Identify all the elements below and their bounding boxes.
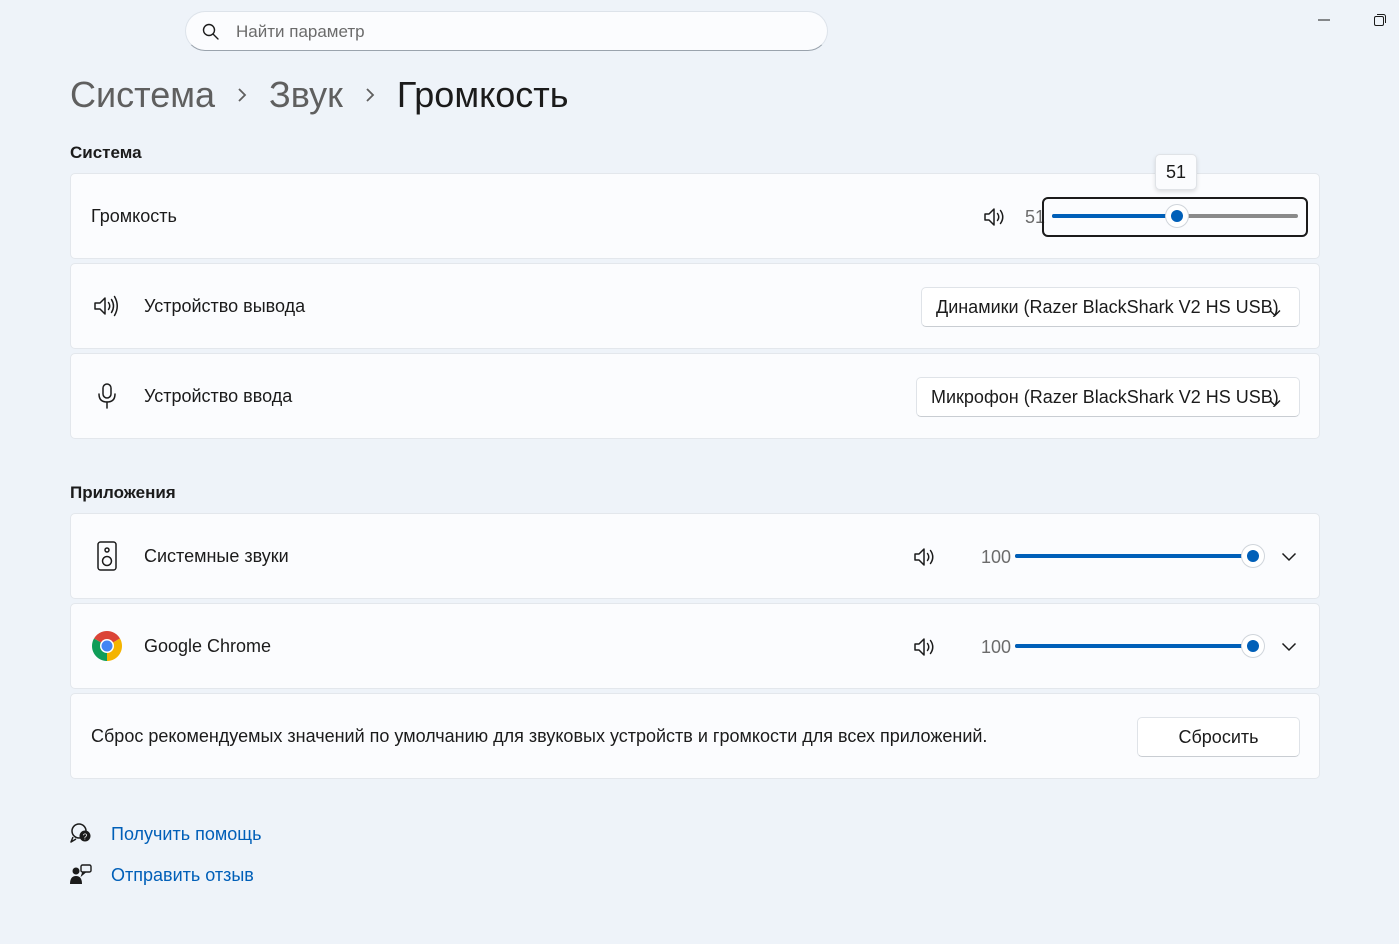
output-device-card: Устройство вывода Динамики (Razer BlackS… [70, 263, 1320, 349]
search-input[interactable] [236, 20, 796, 44]
slider-fill [1015, 554, 1253, 558]
send-feedback-link[interactable]: Отправить отзыв [111, 865, 254, 886]
input-device-label: Устройство ввода [144, 386, 293, 406]
expand-button[interactable] [1275, 543, 1303, 571]
chevron-down-icon [1269, 391, 1281, 412]
app-name: Системные звуки [144, 546, 289, 566]
slider-fill [1052, 214, 1178, 218]
get-help-link[interactable]: Получить помощь [111, 824, 261, 845]
app-volume-value: 100 [981, 637, 1012, 657]
output-device-selected: Динамики (Razer BlackShark V2 HS USB) [936, 296, 1279, 317]
app-row-system-sounds: Системные звуки 100 [70, 513, 1320, 599]
chevron-down-icon [1281, 552, 1297, 562]
section-title-system: Система [70, 143, 142, 162]
volume-slider[interactable] [1052, 205, 1298, 227]
page-title: Громкость [396, 74, 569, 115]
volume-label: Громкость [91, 206, 177, 226]
chevron-right-icon [215, 87, 269, 103]
breadcrumb-system[interactable]: Система [70, 74, 215, 116]
chevron-right-icon [343, 87, 397, 103]
speaker-icon[interactable] [913, 636, 937, 663]
expand-button[interactable] [1275, 633, 1303, 661]
chevron-down-icon [1281, 642, 1297, 652]
reset-button[interactable]: Сбросить [1137, 717, 1300, 757]
search-icon [202, 23, 220, 46]
input-device-card: Устройство ввода Микрофон (Razer BlackSh… [70, 353, 1320, 439]
restore-icon [1374, 14, 1386, 26]
slider-fill [1015, 644, 1253, 648]
output-device-dropdown[interactable]: Динамики (Razer BlackShark V2 HS USB) [921, 287, 1300, 327]
speaker-icon[interactable] [983, 206, 1007, 233]
section-title-apps: Приложения [70, 483, 176, 502]
minimize-button[interactable] [1312, 8, 1336, 32]
speaker-icon [91, 290, 123, 322]
app-volume-slider[interactable] [1015, 545, 1264, 567]
volume-tooltip: 51 [1155, 154, 1197, 190]
app-volume-slider[interactable] [1015, 635, 1264, 657]
help-icon: ? [70, 822, 92, 849]
slider-thumb[interactable] [1242, 545, 1264, 567]
slider-thumb[interactable] [1166, 205, 1189, 227]
output-device-label: Устройство вывода [144, 296, 306, 316]
microphone-icon [91, 380, 123, 412]
feedback-icon [70, 864, 92, 891]
chrome-icon [91, 630, 123, 662]
svg-text:?: ? [83, 833, 88, 842]
settings-window: Система Звук Громкость Система Громкость… [0, 0, 1399, 944]
app-name: Google Chrome [144, 636, 272, 656]
app-row-chrome: Google Chrome 100 [70, 603, 1320, 689]
reset-description: Сброс рекомендуемых значений по умолчани… [91, 726, 988, 746]
restore-button[interactable] [1368, 8, 1392, 32]
breadcrumb: Система Звук Громкость [70, 70, 569, 120]
speaker-icon[interactable] [913, 546, 937, 573]
minimize-icon [1318, 19, 1330, 21]
breadcrumb-sound[interactable]: Звук [269, 74, 343, 116]
input-device-dropdown[interactable]: Микрофон (Razer BlackShark V2 HS USB) [916, 377, 1300, 417]
input-device-selected: Микрофон (Razer BlackShark V2 HS USB) [931, 386, 1279, 407]
reset-card: Сброс рекомендуемых значений по умолчани… [70, 693, 1320, 779]
chevron-down-icon [1269, 301, 1281, 322]
system-sounds-icon [91, 540, 123, 572]
search-box[interactable] [185, 11, 828, 51]
slider-thumb[interactable] [1242, 635, 1264, 657]
app-volume-value: 100 [981, 547, 1012, 567]
